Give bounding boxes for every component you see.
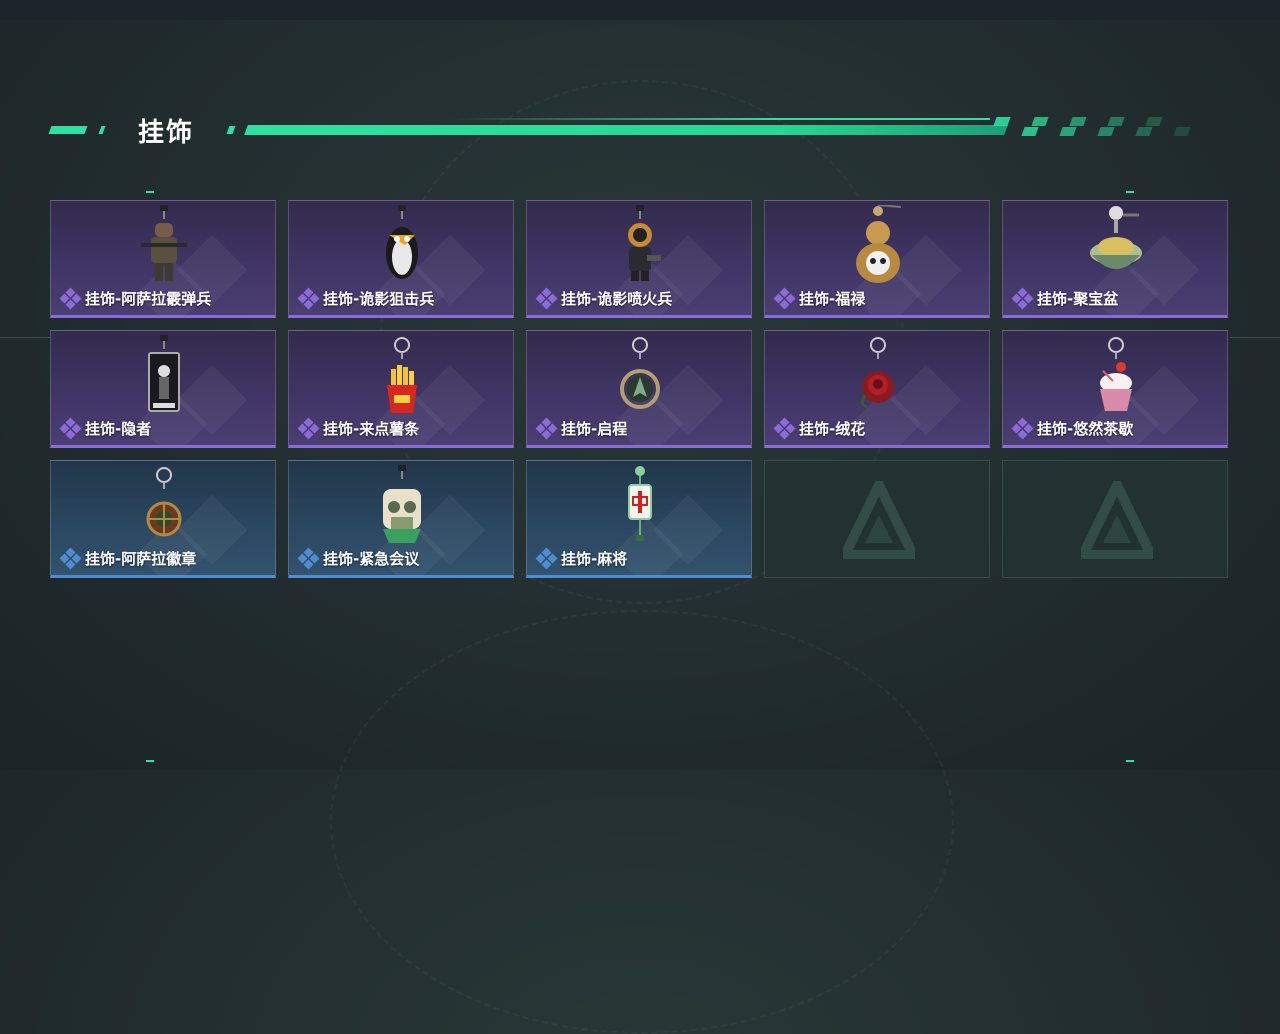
charm-label: 挂饰-隐者 [59,417,152,439]
charm-name: 挂饰-悠然茶歇 [1037,420,1134,438]
charm-name: 挂饰-绒花 [799,420,866,438]
charm-label: 挂饰-来点薯条 [297,417,420,439]
empty-charm-slot[interactable] [764,460,990,578]
charm-label: 挂饰-阿萨拉霰弹兵 [59,287,212,309]
penguin-sniper-charm-icon [386,205,418,279]
rarity-diamond-icon [535,287,558,309]
rarity-diamond-icon [297,417,320,439]
section-title: 挂饰 [138,118,195,148]
charm-label: 挂饰-福禄 [773,287,866,309]
charm-label: 挂饰-启程 [535,417,628,439]
meeting-charm-icon [383,465,421,543]
charm-card[interactable]: 挂饰-绒花 [764,330,990,448]
charm-name: 挂饰-隐者 [85,420,152,438]
corner-marker [146,191,154,193]
side-divider-left [0,337,50,338]
charm-card[interactable]: 挂饰-麻将 [526,460,752,578]
badge-charm-icon [146,467,182,537]
header-accent-dash [98,126,106,134]
rarity-diamond-icon [1011,417,1034,439]
charm-name: 挂饰-来点薯条 [323,420,420,438]
corner-marker [1126,191,1134,193]
mahjong-tile-charm-icon [628,466,652,541]
header-thin-line [450,118,990,120]
charm-name: 挂饰-诡影狙击兵 [323,290,435,308]
flamethrower-charm-icon [628,205,661,281]
rarity-diamond-icon [535,547,558,569]
charm-card[interactable]: 挂饰-福禄 [764,200,990,318]
charm-label: 挂饰-诡影喷火兵 [535,287,673,309]
charm-name: 挂饰-福禄 [799,290,866,308]
charm-label: 挂饰-悠然茶歇 [1011,417,1134,439]
rarity-diamond-icon [773,417,796,439]
gourd-charm-icon [856,205,902,283]
charm-label: 挂饰-诡影狙击兵 [297,287,435,309]
top-bar [0,0,1280,20]
header-accent-bar [244,125,1008,135]
charm-label: 挂饰-紧急会议 [297,547,420,569]
rarity-diamond-icon [297,547,320,569]
side-divider-right [1230,337,1280,338]
charm-card[interactable]: 挂饰-阿萨拉徽章 [50,460,276,578]
header-accent-dash [48,126,88,134]
empty-slot-logo-icon [1081,481,1153,559]
rarity-diamond-icon [59,417,82,439]
charm-card[interactable]: 挂饰-诡影喷火兵 [526,200,752,318]
corner-marker [146,760,154,762]
charm-label: 挂饰-聚宝盆 [1011,287,1119,309]
empty-slot-logo-icon [843,481,915,559]
compass-ring-charm-icon [620,337,660,409]
treasure-bowl-charm-icon [1090,206,1142,269]
charm-name: 挂饰-阿萨拉霰弹兵 [85,290,212,308]
rarity-diamond-icon [59,287,82,309]
charm-name: 挂饰-启程 [561,420,628,438]
charm-label: 挂饰-麻将 [535,547,628,569]
corner-marker [1126,760,1134,762]
header-accent-dash [226,126,236,134]
charm-card[interactable]: 挂饰-来点薯条 [288,330,514,448]
charm-name: 挂饰-聚宝盆 [1037,290,1119,308]
header-checker-pattern [993,117,1200,137]
charm-name: 挂饰-紧急会议 [323,550,420,568]
rarity-diamond-icon [535,417,558,439]
charm-card[interactable]: 挂饰-诡影狙击兵 [288,200,514,318]
charm-name: 挂饰-诡影喷火兵 [561,290,673,308]
hermit-card-charm-icon [148,335,180,412]
charm-card[interactable]: 挂饰-隐者 [50,330,276,448]
charm-label: 挂饰-阿萨拉徽章 [59,547,197,569]
empty-charm-slot[interactable] [1002,460,1228,578]
cupcake-charm-icon [1100,337,1132,411]
rarity-diamond-icon [773,287,796,309]
charm-card[interactable]: 挂饰-紧急会议 [288,460,514,578]
rarity-diamond-icon [1011,287,1034,309]
section-header: 挂饰 [48,110,1210,150]
charm-card[interactable]: 挂饰-启程 [526,330,752,448]
charm-name: 挂饰-阿萨拉徽章 [85,550,197,568]
charm-card[interactable]: 挂饰-聚宝盆 [1002,200,1228,318]
charm-card[interactable]: 挂饰-悠然茶歇 [1002,330,1228,448]
charm-label: 挂饰-绒花 [773,417,866,439]
charm-card[interactable]: 挂饰-阿萨拉霰弹兵 [50,200,276,318]
fries-charm-icon [387,337,417,413]
rarity-diamond-icon [297,287,320,309]
charm-name: 挂饰-麻将 [561,550,628,568]
rose-charm-icon [860,337,894,409]
soldier-charm-icon [141,205,187,281]
rarity-diamond-icon [59,547,82,569]
background-ring [330,610,954,1034]
